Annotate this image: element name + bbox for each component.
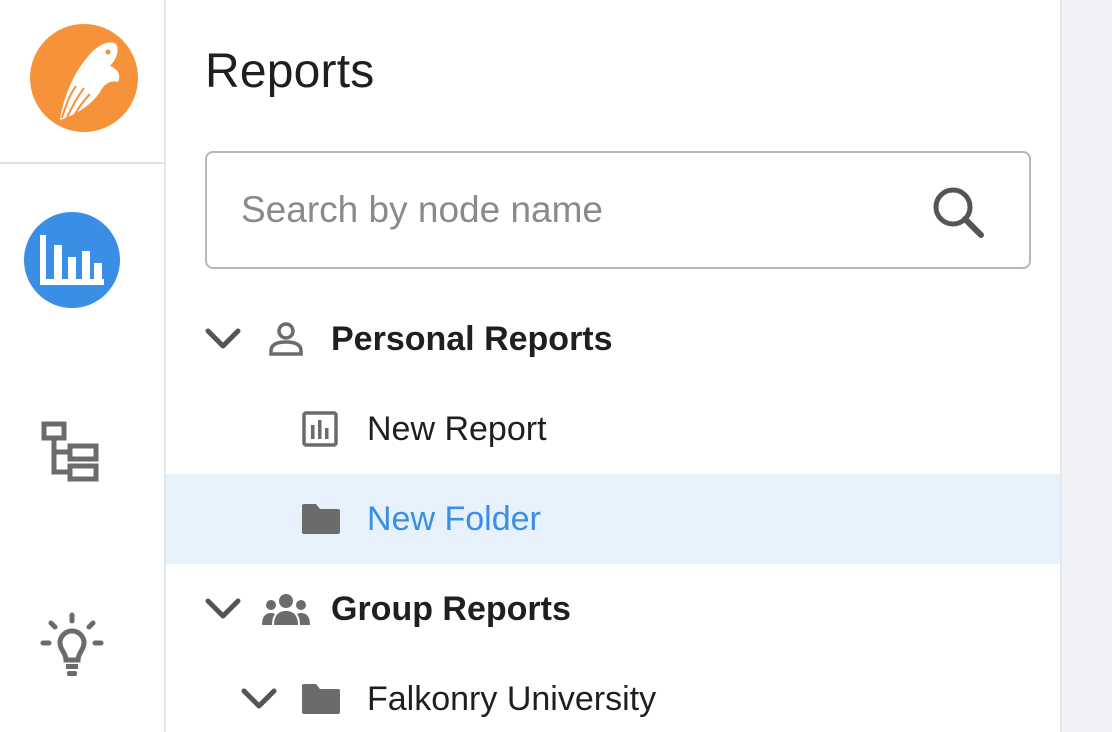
nav-hierarchy-button[interactable]: [24, 404, 120, 500]
user-icon: [266, 319, 306, 359]
folder-icon: [299, 499, 343, 539]
tree-node-falkonry-university[interactable]: Falkonry University: [166, 654, 1066, 732]
tree-label: Personal Reports: [331, 320, 613, 358]
search-icon[interactable]: [931, 185, 987, 241]
bar-chart-icon: [40, 235, 104, 285]
search-input[interactable]: [241, 181, 901, 239]
chevron-down-icon[interactable]: [239, 679, 279, 719]
chevron-down-icon[interactable]: [203, 589, 243, 629]
reports-panel: Reports Personal Reports: [166, 0, 1066, 732]
content-area-edge: [1060, 0, 1112, 732]
search-box[interactable]: [205, 151, 1031, 269]
users-icon: [260, 589, 312, 629]
nav-insights-button[interactable]: [24, 596, 120, 692]
tree-label: New Folder: [367, 500, 541, 538]
tree-node-group-reports[interactable]: Group Reports: [166, 564, 1066, 654]
folder-icon: [299, 679, 343, 719]
page-title: Reports: [205, 45, 375, 98]
tree-node-personal-reports[interactable]: Personal Reports: [166, 294, 1066, 384]
logo-area: [0, 0, 164, 164]
tree-label: Falkonry University: [367, 680, 657, 718]
chevron-down-icon[interactable]: [203, 319, 243, 359]
report-icon: [300, 409, 340, 449]
nav-reports-button[interactable]: [24, 212, 120, 308]
lightbulb-icon: [40, 612, 104, 676]
tree-label: New Report: [367, 410, 547, 448]
left-nav-rail: [0, 0, 166, 732]
tree-label: Group Reports: [331, 590, 571, 628]
tree-node-new-folder[interactable]: New Folder: [166, 474, 1066, 564]
app-root: Reports Personal Reports: [0, 0, 1112, 732]
falcon-logo-icon[interactable]: [30, 24, 138, 132]
tree-node-new-report[interactable]: New Report: [166, 384, 1066, 474]
hierarchy-icon: [41, 421, 99, 482]
